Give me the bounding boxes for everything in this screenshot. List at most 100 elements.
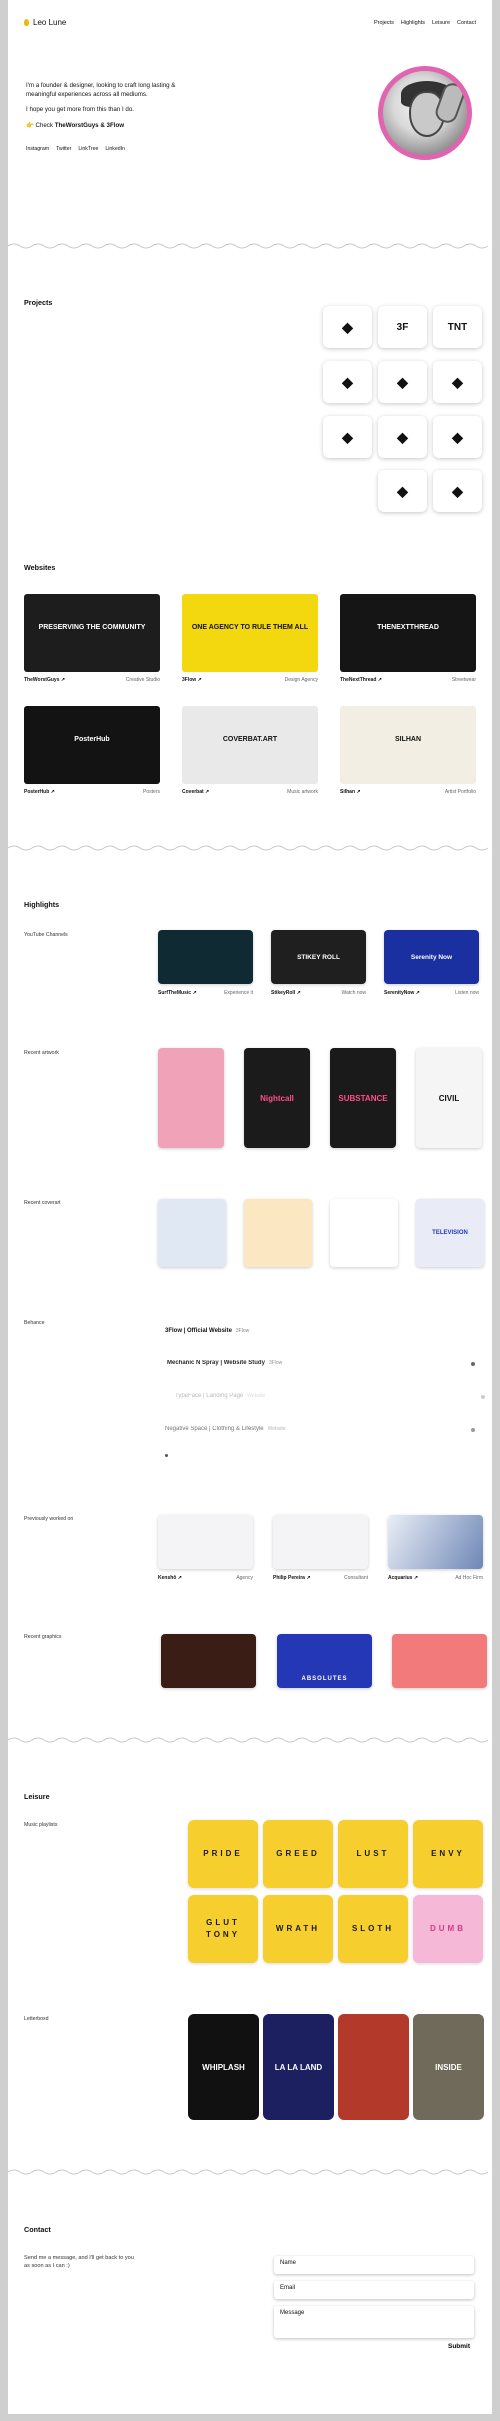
worked-name[interactable]: Philip Pereira ↗ (273, 1575, 311, 1581)
intro-line-1: I'm a founder & designer, looking to cra… (26, 82, 176, 98)
worked-name[interactable]: Acquarius ↗ (388, 1575, 418, 1581)
youtube-thumbnail[interactable]: Serenity Now (384, 930, 479, 984)
coverart-thumbnail[interactable]: TELEVISION (416, 1199, 484, 1267)
website-thumbnail[interactable]: PRESERVING THE COMMUNITY (24, 594, 160, 672)
movie-poster[interactable]: INSIDE (413, 2014, 484, 2120)
worked-thumbnail[interactable] (273, 1515, 368, 1569)
social-twitter[interactable]: Twitter (56, 146, 71, 152)
behance-tag: 3Flow (235, 1328, 250, 1334)
project-card[interactable]: ◆ (433, 470, 482, 512)
check-link[interactable]: TheWorstGuys & 3Flow (55, 122, 124, 129)
playlist-card[interactable]: PRIDE (188, 1820, 258, 1888)
letterboxd-label: Letterboxd (24, 2016, 49, 2022)
divider-wave (8, 2169, 489, 2175)
youtube-name[interactable]: StikeyRoll ↗ (271, 990, 301, 996)
project-card[interactable]: ◆ (378, 416, 427, 458)
worked-name[interactable]: Kenshō ↗ (158, 1575, 182, 1581)
website-meta: Coverbat ↗ Music artwork (182, 789, 318, 795)
website-type: Music artwork (287, 789, 318, 795)
youtube-name[interactable]: SurfTheMusic ↗ (158, 990, 197, 996)
movie-poster[interactable]: WHIPLASH (188, 2014, 259, 2120)
nav-contact[interactable]: Contact (457, 20, 476, 26)
behance-item[interactable]: TypeFace | Landing Page Website (175, 1393, 265, 1399)
project-card[interactable]: ◆ (378, 470, 427, 512)
behance-item[interactable]: Negative Space | Clothing & Lifestyle Web… (165, 1426, 286, 1432)
divider-wave (8, 845, 489, 851)
website-thumbnail[interactable]: ONE AGENCY TO RULE THEM ALL (182, 594, 318, 672)
playlist-title: WRATH (275, 1924, 321, 1933)
website-name[interactable]: TheWorstGuys ↗ (24, 677, 65, 683)
project-card[interactable]: ◆ (323, 361, 372, 403)
playlist-card[interactable]: GLUT TONY (188, 1895, 258, 1963)
playlist-title: DUMB (430, 1924, 466, 1933)
behance-item[interactable]: Mechanic N Spray | Website Study 3Flow (167, 1360, 282, 1366)
artwork-thumbnail[interactable]: Nightcall (244, 1048, 310, 1148)
submit-button[interactable]: Submit (448, 2343, 470, 2350)
project-card[interactable]: ◆ (433, 416, 482, 458)
movie-poster[interactable]: LA LA LAND (263, 2014, 334, 2120)
infinity-lines-icon: ◆ (452, 482, 463, 499)
graphic-thumbnail[interactable]: ABSOLUTES (277, 1634, 372, 1688)
youtube-thumbnail[interactable]: STIKEY ROLL (271, 930, 366, 984)
graphic-title: ABSOLUTES (301, 1676, 348, 1682)
email-field[interactable]: Email (274, 2281, 474, 2299)
artwork-thumbnail[interactable] (158, 1048, 224, 1148)
playlist-card[interactable]: DUMB (413, 1895, 483, 1963)
sparkle-icon: ◆ (452, 428, 463, 445)
project-card[interactable]: 3F (378, 306, 427, 348)
website-meta: PosterHub ↗ Posters (24, 789, 160, 795)
behance-tag: 3Flow (268, 1360, 283, 1366)
website-thumbnail[interactable]: COVERBAT.ART (182, 706, 318, 784)
website-name[interactable]: Silhan ↗ (340, 789, 361, 795)
logo[interactable]: Leo Lune (24, 18, 66, 27)
website-name[interactable]: TheNextThread ↗ (340, 677, 382, 683)
worked-thumbnail[interactable] (158, 1515, 253, 1569)
project-card[interactable]: ◆ (433, 361, 482, 403)
scissors-circle-icon: ◆ (397, 482, 408, 499)
playlist-card[interactable]: LUST (338, 1820, 408, 1888)
worked-meta: Kenshō ↗ Agency (158, 1575, 253, 1581)
project-card[interactable]: ◆ (323, 416, 372, 458)
website-thumbnail[interactable]: THENEXTTHREAD (340, 594, 476, 672)
name-field[interactable]: Name (274, 2256, 474, 2274)
playlist-card[interactable]: SLOTH (338, 1895, 408, 1963)
youtube-thumbnail[interactable] (158, 930, 253, 984)
artwork-thumbnail[interactable]: CIVIL (416, 1048, 482, 1148)
hand-icon: 👉 (26, 121, 34, 129)
graphic-thumbnail[interactable] (392, 1634, 487, 1688)
playlist-card[interactable]: ENVY (413, 1820, 483, 1888)
coverart-thumbnail[interactable] (244, 1199, 312, 1267)
graphics-label: Recent graphics (24, 1634, 62, 1640)
website-headline: SILHAN (394, 736, 422, 743)
movie-title: LA LA LAND (274, 2062, 323, 2072)
website-name[interactable]: PosterHub ↗ (24, 789, 55, 795)
project-card[interactable]: TNT (433, 306, 482, 348)
coverart-thumbnail[interactable] (158, 1199, 226, 1267)
playlist-card[interactable]: WRATH (263, 1895, 333, 1963)
artwork-thumbnail[interactable]: SUBSTANCE (330, 1048, 396, 1148)
nav-leisure[interactable]: Leisure (432, 20, 450, 26)
social-instagram[interactable]: Instagram (26, 146, 49, 152)
coverart-thumbnail[interactable] (330, 1199, 398, 1267)
movie-poster[interactable] (338, 2014, 409, 2120)
youtube-label: YouTube Channels (24, 932, 68, 938)
project-card[interactable]: ◆ (378, 361, 427, 403)
social-linkedin[interactable]: LinkedIn (105, 146, 125, 152)
social-linktree[interactable]: LinkTree (78, 146, 98, 152)
behance-title: Negative Space | Clothing & Lifestyle (165, 1426, 264, 1432)
project-card[interactable]: ◆ (323, 306, 372, 348)
behance-item[interactable]: 3Flow | Official Website 3Flow (165, 1328, 249, 1334)
website-thumbnail[interactable]: SILHAN (340, 706, 476, 784)
youtube-name[interactable]: SerenityNow ↗ (384, 990, 420, 996)
playlist-card[interactable]: GREED (263, 1820, 333, 1888)
website-name[interactable]: 3Flow ↗ (182, 677, 202, 683)
graphic-thumbnail[interactable] (161, 1634, 256, 1688)
nav-projects[interactable]: Projects (374, 20, 394, 26)
bear-glasses-icon: ◆ (342, 318, 353, 335)
website-type: Design Agency (284, 677, 318, 683)
website-name[interactable]: Coverbat ↗ (182, 789, 209, 795)
website-thumbnail[interactable]: PosterHub (24, 706, 160, 784)
nav-highlights[interactable]: Highlights (401, 20, 425, 26)
message-field[interactable]: Message (274, 2306, 474, 2338)
worked-thumbnail[interactable] (388, 1515, 483, 1569)
